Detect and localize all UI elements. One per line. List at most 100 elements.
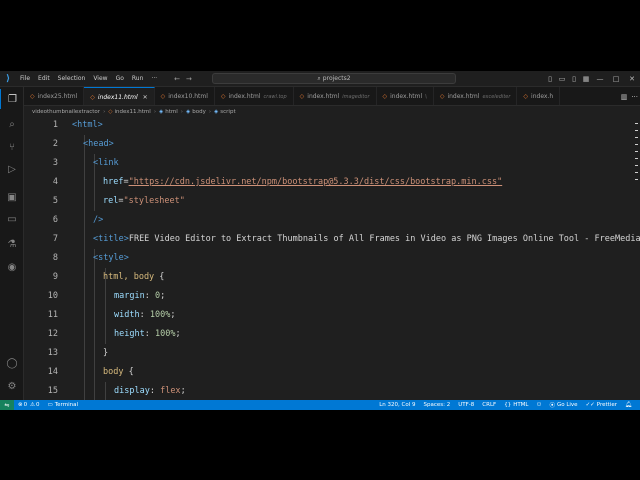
html-open-tag: <html> <box>72 120 103 130</box>
problems-indicator[interactable]: ⊗ 0 ⚠ 0 <box>14 402 44 408</box>
more-actions-icon[interactable]: ··· <box>631 93 638 101</box>
colon: : <box>144 329 155 339</box>
semicolon: ; <box>170 310 176 320</box>
end-of-line[interactable]: CRLF <box>478 402 500 408</box>
menu-go[interactable]: Go <box>112 75 128 82</box>
chevron-right-icon: › <box>180 108 183 115</box>
tab-label: index10.html <box>168 93 208 100</box>
html-file-icon: ◇ <box>523 93 529 100</box>
element-icon: ◈ <box>159 108 164 115</box>
breadcrumb-html[interactable]: html <box>165 109 178 115</box>
split-editor-icon[interactable]: ▥ <box>621 93 628 101</box>
line-number: 15 <box>47 386 58 396</box>
code-line-6: /> <box>93 211 103 230</box>
line-number-gutter: 1 2 3 4 5 6 7 8 9 10 11 12 13 14 15 <box>24 117 58 400</box>
terminal-button[interactable]: ▭ Terminal <box>44 402 82 408</box>
extensions-icon[interactable]: ▣ <box>0 187 24 207</box>
error-count: 0 <box>23 402 28 408</box>
html-file-icon: ◇ <box>439 93 445 100</box>
minimize-icon[interactable]: — <box>592 71 608 87</box>
language-mode[interactable]: {} HTML <box>500 402 532 408</box>
tab-index25[interactable]: ◇ index25.html <box>24 87 85 105</box>
tab-index-imageditor[interactable]: ◇ index.html imageditor <box>294 87 377 105</box>
html-file-icon: ◇ <box>382 93 388 100</box>
line-number: 14 <box>47 367 58 377</box>
search-label: projects2 <box>322 75 351 82</box>
css-property: width <box>114 310 140 320</box>
remote-indicator-icon[interactable]: ⇋ <box>0 400 14 410</box>
line-number: 10 <box>47 291 58 301</box>
menu-run[interactable]: Run <box>128 75 148 82</box>
indent-guide <box>84 135 85 400</box>
tab-index-crawltop[interactable]: ◇ index.html crawl.top <box>215 87 294 105</box>
code-line-10: margin: 0; <box>114 287 165 306</box>
code-line-13: } <box>103 344 108 363</box>
rel-value: "stylesheet" <box>123 196 185 206</box>
tab-actions: ▥ ··· <box>617 87 638 105</box>
semicolon: ; <box>175 329 181 339</box>
braces-icon: {} <box>504 402 512 408</box>
maximize-icon[interactable]: □ <box>608 71 624 87</box>
toggle-sidebar-icon[interactable]: ▯ <box>544 71 556 87</box>
brace: } <box>103 348 109 358</box>
breadcrumb-folder[interactable]: videothumbnailextractor <box>32 109 100 115</box>
code-editor[interactable]: 1 2 3 4 5 6 7 8 9 10 11 12 13 14 15 <htm… <box>24 117 640 400</box>
encoding[interactable]: UTF-8 <box>454 402 478 408</box>
close-icon[interactable]: ✕ <box>624 71 640 87</box>
self-close-tag: /> <box>93 215 104 225</box>
prettier-button[interactable]: ✓✓ Prettier <box>582 402 621 408</box>
rel-attr: rel <box>103 196 119 206</box>
status-right: Ln 320, Col 9 Spaces: 2 UTF-8 CRLF {} HTM… <box>375 400 636 410</box>
docker-icon[interactable]: ◉ <box>0 257 24 277</box>
testing-icon[interactable]: ⚗ <box>0 234 24 254</box>
editor-tab-bar: ◇ index25.html ◇ index11.html ✕ ◇ index1… <box>24 87 640 106</box>
code-line-8: <style> <box>93 249 129 268</box>
tab-index10[interactable]: ◇ index10.html <box>155 87 215 105</box>
tab-index-excelediter[interactable]: ◇ index.html excelediter <box>434 87 518 105</box>
explorer-icon[interactable]: ❐ <box>0 89 24 109</box>
breadcrumb-script[interactable]: script <box>220 109 235 115</box>
tab-close-icon[interactable]: ✕ <box>143 94 148 101</box>
customize-layout-icon[interactable]: ▦ <box>580 71 592 87</box>
remote-explorer-icon[interactable]: ▭ <box>0 209 24 229</box>
menu-view[interactable]: View <box>89 75 111 82</box>
command-center-search[interactable]: ⌕ projects2 <box>212 73 456 84</box>
tab-label: index11.html <box>97 93 138 101</box>
account-icon[interactable]: ◯ <box>0 353 24 373</box>
line-number: 12 <box>47 329 58 339</box>
run-debug-icon[interactable]: ▷ <box>0 159 24 179</box>
tab-label: index.h <box>531 93 554 100</box>
menu-selection[interactable]: Selection <box>54 75 90 82</box>
line-number: 7 <box>52 234 58 244</box>
copilot-icon[interactable]: ⚇ <box>533 402 546 408</box>
tab-label: index.html <box>228 93 261 100</box>
code-line-15: display: flex; <box>114 382 186 400</box>
search-view-icon[interactable]: ⌕ <box>0 114 24 134</box>
tab-index-root[interactable]: ◇ index.html \ <box>377 87 434 105</box>
menu-file[interactable]: File <box>16 75 34 82</box>
code-line-1: <html> <box>72 117 103 135</box>
brace: { <box>123 367 134 377</box>
chevron-right-icon: › <box>208 108 212 115</box>
tab-index11[interactable]: ◇ index11.html ✕ <box>84 87 155 105</box>
breadcrumb-body[interactable]: body <box>192 109 206 115</box>
menu-more[interactable]: ··· <box>147 75 161 82</box>
indentation[interactable]: Spaces: 2 <box>420 402 455 408</box>
go-live-button[interactable]: ⦿ Go Live <box>545 401 581 409</box>
notifications-bell-icon[interactable]: 🔔︎ <box>621 402 636 408</box>
line-number: 2 <box>52 139 58 149</box>
back-arrow-icon[interactable]: ← <box>171 75 183 83</box>
settings-gear-icon[interactable]: ⚙ <box>0 376 24 396</box>
toggle-panel-icon[interactable]: ▭ <box>556 71 568 87</box>
toggle-secondary-sidebar-icon[interactable]: ▯ <box>568 71 580 87</box>
source-control-icon[interactable]: ⑂ <box>0 137 24 157</box>
menu-edit[interactable]: Edit <box>34 75 54 82</box>
breadcrumb-file[interactable]: index11.html <box>115 109 151 115</box>
warning-count: 0 <box>36 402 40 408</box>
cursor-position[interactable]: Ln 320, Col 9 <box>375 402 419 408</box>
colon: : <box>144 291 155 301</box>
link-open-tag: <link <box>93 158 119 168</box>
warning-icon: ⚠ <box>30 402 36 408</box>
forward-arrow-icon[interactable]: → <box>183 75 195 83</box>
tab-index-partial[interactable]: ◇ index.h <box>517 87 561 105</box>
